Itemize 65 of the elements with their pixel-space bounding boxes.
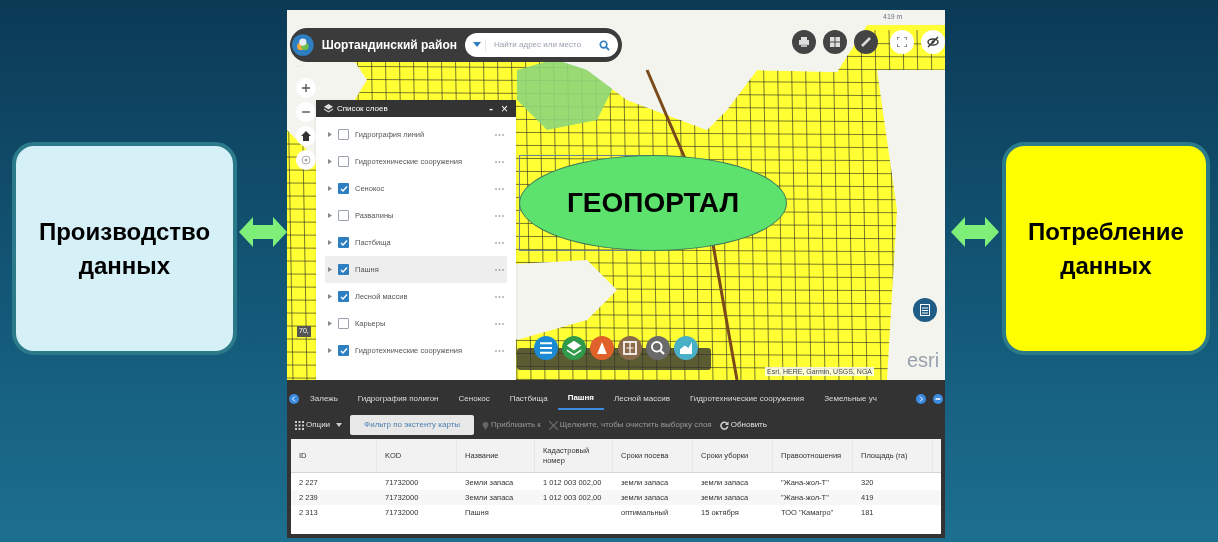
layer-tab[interactable]: Сенокос [448,388,500,410]
expand-icon[interactable] [328,294,332,299]
ellipse-label: ГЕОПОРТАЛ [566,186,740,220]
layer-tab[interactable]: Гидрография полигон [347,388,449,410]
more-icon[interactable] [495,241,504,244]
layers-icon [324,104,333,113]
layer-checkbox[interactable] [338,264,349,275]
app-title: Шортандинский район [321,37,457,54]
layer-tab[interactable]: Земельные уч [814,388,887,410]
search-icon[interactable] [646,336,670,360]
expand-icon[interactable] [328,240,332,245]
expand-icon[interactable] [328,159,332,164]
layers-icon[interactable] [562,336,586,360]
scroll-right-icon[interactable] [916,394,926,404]
more-icon[interactable] [495,133,504,136]
expand-icon[interactable] [328,213,332,218]
box-label: Потребление данных [1027,216,1185,281]
search-field[interactable]: Найти адрес или место [465,33,618,57]
layer-checkbox[interactable] [338,129,349,140]
double-arrow-icon [239,215,287,249]
layer-checkbox[interactable] [338,318,349,329]
close-button[interactable]: × [501,102,508,115]
collapse-icon[interactable] [933,394,943,404]
expand-icon[interactable] [328,186,332,191]
panel-title: Список слоев [337,102,389,115]
layer-tab[interactable]: Лесной массив [604,388,680,410]
layer-tab[interactable]: Гидротехнические сооружения [679,388,815,410]
expand-icon[interactable] [328,267,332,272]
layer-checkbox[interactable] [338,183,349,194]
search-input: Найти адрес или место [485,39,595,51]
layer-checkbox[interactable] [338,291,349,302]
close-icon [548,420,558,430]
expand-icon[interactable] [328,132,332,137]
expand-icon[interactable] [328,321,332,326]
more-icon[interactable] [495,349,504,352]
layer-tab[interactable]: Залежь [300,388,348,410]
more-icon[interactable] [495,187,504,190]
layer-tab[interactable]: Пашня [557,388,604,410]
layer-checkbox[interactable] [338,237,349,248]
layer-tab[interactable]: Пастбища [499,388,558,410]
refresh-button[interactable]: Обновить [719,419,767,431]
chart-icon[interactable] [674,336,698,360]
more-icon[interactable] [495,322,504,325]
more-icon[interactable] [495,295,504,298]
more-icon[interactable] [495,160,504,163]
list-icon[interactable] [534,336,558,360]
minimize-button[interactable]: - [485,103,497,114]
frame-icon[interactable] [618,336,642,360]
grid-icon [295,420,304,430]
double-arrow-icon [951,215,999,249]
filter-button[interactable]: Фильтр по экстенту карты [350,415,475,435]
caret-icon[interactable] [473,42,481,48]
esri-logo: esri [907,350,940,370]
layer-checkbox[interactable] [338,210,349,221]
expand-icon[interactable] [328,348,332,353]
options-button[interactable]: Опции [295,419,343,431]
more-icon[interactable] [495,214,504,217]
search-icon[interactable] [599,39,610,51]
more-icon[interactable] [495,268,504,271]
refresh-icon [719,420,729,430]
caret-icon [336,423,343,427]
scroll-left-icon[interactable] [289,394,299,404]
box-label: Производство данных [37,216,212,281]
layer-checkbox[interactable] [338,345,349,356]
layer-checkbox[interactable] [338,156,349,167]
